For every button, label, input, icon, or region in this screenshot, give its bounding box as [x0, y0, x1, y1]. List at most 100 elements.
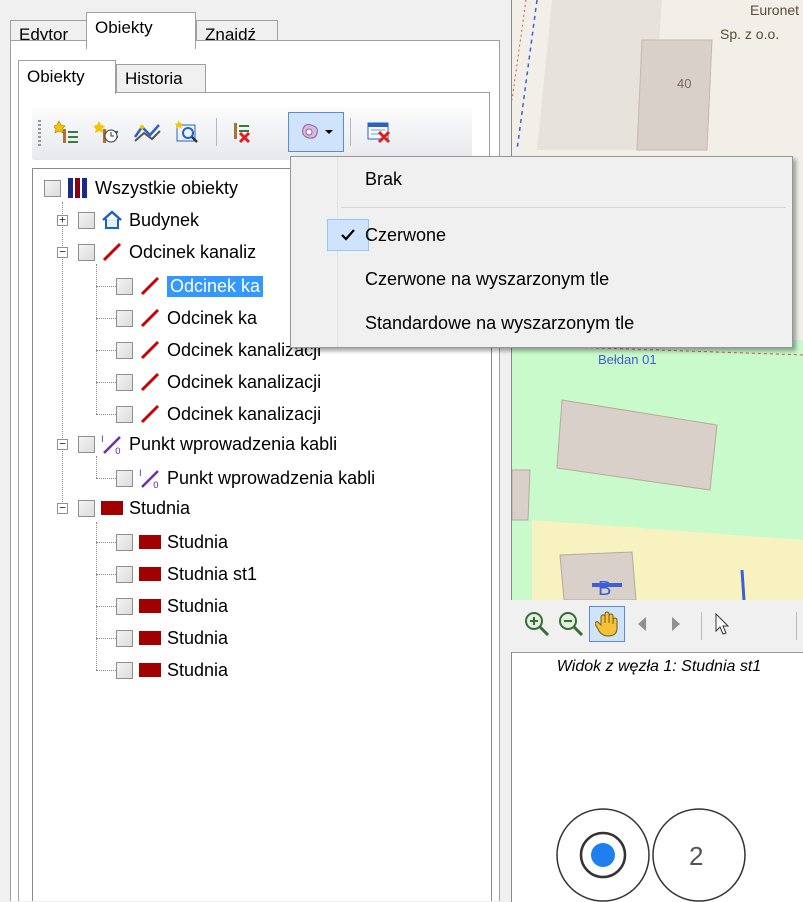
node-view-title: Widok z węzła 1: Studnia st1	[556, 658, 762, 675]
root-checkbox[interactable]	[44, 179, 61, 197]
tree-node-budynek[interactable]: Budynek	[78, 205, 199, 235]
subtab-historia[interactable]: Historia	[116, 64, 206, 92]
svg-text:I: I	[139, 469, 142, 479]
collapse-odcinek-icon[interactable]: −	[57, 246, 68, 258]
menu-item-czerwone[interactable]: Czerwone	[365, 225, 446, 246]
tree-node-punkt[interactable]: I0 Punkt wprowadzenia kabli	[78, 429, 337, 459]
item-checkbox[interactable]	[116, 469, 133, 487]
tree-node-odcinek-4[interactable]: Odcinek kanalizacji	[116, 367, 321, 397]
tree-branch	[96, 350, 116, 351]
tree-label: Studnia	[167, 595, 229, 616]
tree-label: Odcinek kanalizacji	[167, 371, 322, 392]
select-pointer-icon[interactable]	[713, 612, 731, 641]
tree-node-odcinek-1[interactable]: Odcinek ka	[116, 271, 264, 301]
delete-all-icon[interactable]	[364, 117, 394, 147]
item-checkbox[interactable]	[116, 661, 133, 679]
well-icon	[101, 497, 123, 519]
item-checkbox[interactable]	[116, 277, 133, 295]
svg-text:0: 0	[153, 481, 159, 489]
tree-node-studnia[interactable]: Studnia	[78, 493, 190, 523]
well-icon	[139, 595, 161, 617]
toolbar-separator	[796, 612, 797, 640]
well-icon	[139, 563, 161, 585]
subtab-obiekty[interactable]: Obiekty	[18, 60, 116, 94]
item-checkbox[interactable]	[116, 533, 133, 551]
menu-item-brak[interactable]: Brak	[365, 169, 402, 190]
tree-node-odcinek-5[interactable]: Odcinek kanalizacji	[116, 399, 321, 429]
node-view-panel: Widok z węzła 1: Studnia st1 2	[511, 652, 803, 902]
tree-label: Odcinek kanalizacji	[167, 403, 322, 424]
tree-node-punkt-1[interactable]: I0 Punkt wprowadzenia kabli	[116, 463, 375, 493]
tree-branch	[96, 606, 116, 607]
forward-arrow-icon[interactable]	[669, 614, 683, 639]
tree-label: Studnia st1	[167, 563, 258, 584]
tree-label: Punkt wprowadzenia kabli	[129, 433, 338, 454]
toolbar-grip[interactable]	[38, 120, 41, 146]
collapse-punkt-icon[interactable]: −	[57, 438, 68, 450]
cable-entry-icon: I0	[101, 433, 123, 455]
tree-node-studnia-1[interactable]: Studnia	[116, 527, 228, 557]
item-checkbox[interactable]	[116, 309, 133, 327]
map-label-company-suffix: Sp. z o.o.	[720, 26, 780, 42]
tree-node-odcinek-2[interactable]: Odcinek ka	[116, 303, 257, 333]
tree-node-studnia-5[interactable]: Studnia	[116, 655, 228, 685]
red-line-icon	[139, 403, 161, 425]
item-checkbox[interactable]	[116, 341, 133, 359]
find-object-icon[interactable]	[172, 117, 202, 147]
zoom-out-icon[interactable]	[557, 610, 585, 643]
node-diagram	[556, 808, 746, 902]
item-checkbox[interactable]	[116, 373, 133, 391]
punkt-checkbox[interactable]	[78, 435, 95, 453]
remove-object-icon[interactable]	[226, 117, 256, 147]
highlight-mode-menu: Brak Czerwone Czerwone na wyszarzonym tl…	[290, 156, 793, 348]
pan-hand-icon[interactable]	[589, 606, 625, 642]
tree-branch	[96, 414, 116, 415]
item-checkbox[interactable]	[116, 629, 133, 647]
tab-obiekty[interactable]: Obiekty	[86, 12, 196, 49]
well-icon	[139, 627, 161, 649]
toolbar-separator	[216, 118, 217, 146]
toolbar-separator	[350, 118, 351, 146]
studnia-checkbox[interactable]	[78, 499, 95, 517]
tree-label: Studnia	[167, 659, 229, 680]
tree-node-odcinek[interactable]: Odcinek kanaliz	[78, 237, 256, 267]
back-arrow-icon[interactable]	[635, 614, 649, 639]
objects-toolbar	[32, 108, 472, 160]
well-icon	[139, 531, 161, 553]
tree-node-studnia-4[interactable]: Studnia	[116, 623, 228, 653]
menu-item-standardowe-wyszarzone[interactable]: Standardowe na wyszarzonym tle	[365, 313, 634, 334]
zoom-in-icon[interactable]	[523, 610, 551, 643]
tree-label: Studnia	[167, 627, 229, 648]
tree-node-root[interactable]: Wszystkie obiekty	[44, 173, 238, 203]
map-label-partial: B	[598, 578, 612, 600]
highlight-mode-dropdown[interactable]	[288, 112, 344, 152]
tree-node-studnia-2[interactable]: Studnia st1	[116, 559, 257, 589]
tree-guide	[96, 456, 97, 478]
svg-text:I: I	[101, 435, 104, 445]
tree-branch	[96, 382, 116, 383]
tree-label: Studnia	[167, 531, 229, 552]
tree-branch	[96, 478, 116, 479]
toolbar-separator	[701, 612, 702, 640]
tree-label: Budynek	[129, 209, 200, 230]
check-icon	[327, 219, 369, 251]
node-number-label: 2	[689, 841, 704, 871]
svg-text:0: 0	[115, 447, 121, 455]
route-icon[interactable]	[132, 117, 162, 147]
item-checkbox[interactable]	[116, 597, 133, 615]
tree-branch	[96, 638, 116, 639]
item-checkbox[interactable]	[116, 405, 133, 423]
odcinek-checkbox[interactable]	[78, 243, 95, 261]
all-objects-icon	[67, 177, 89, 199]
add-object-icon[interactable]	[52, 117, 82, 147]
item-checkbox[interactable]	[116, 565, 133, 583]
history-icon[interactable]	[92, 117, 122, 147]
tree-label-selected: Odcinek ka	[167, 275, 264, 297]
tree-label: Wszystkie obiekty	[95, 177, 239, 198]
tree-label: Odcinek kanaliz	[129, 241, 257, 262]
menu-item-czerwone-wyszarzone[interactable]: Czerwone na wyszarzonym tle	[365, 269, 609, 290]
tree-node-studnia-3[interactable]: Studnia	[116, 591, 228, 621]
expand-budynek-icon[interactable]: +	[57, 214, 68, 226]
budynek-checkbox[interactable]	[78, 211, 95, 229]
collapse-studnia-icon[interactable]: −	[57, 502, 68, 514]
